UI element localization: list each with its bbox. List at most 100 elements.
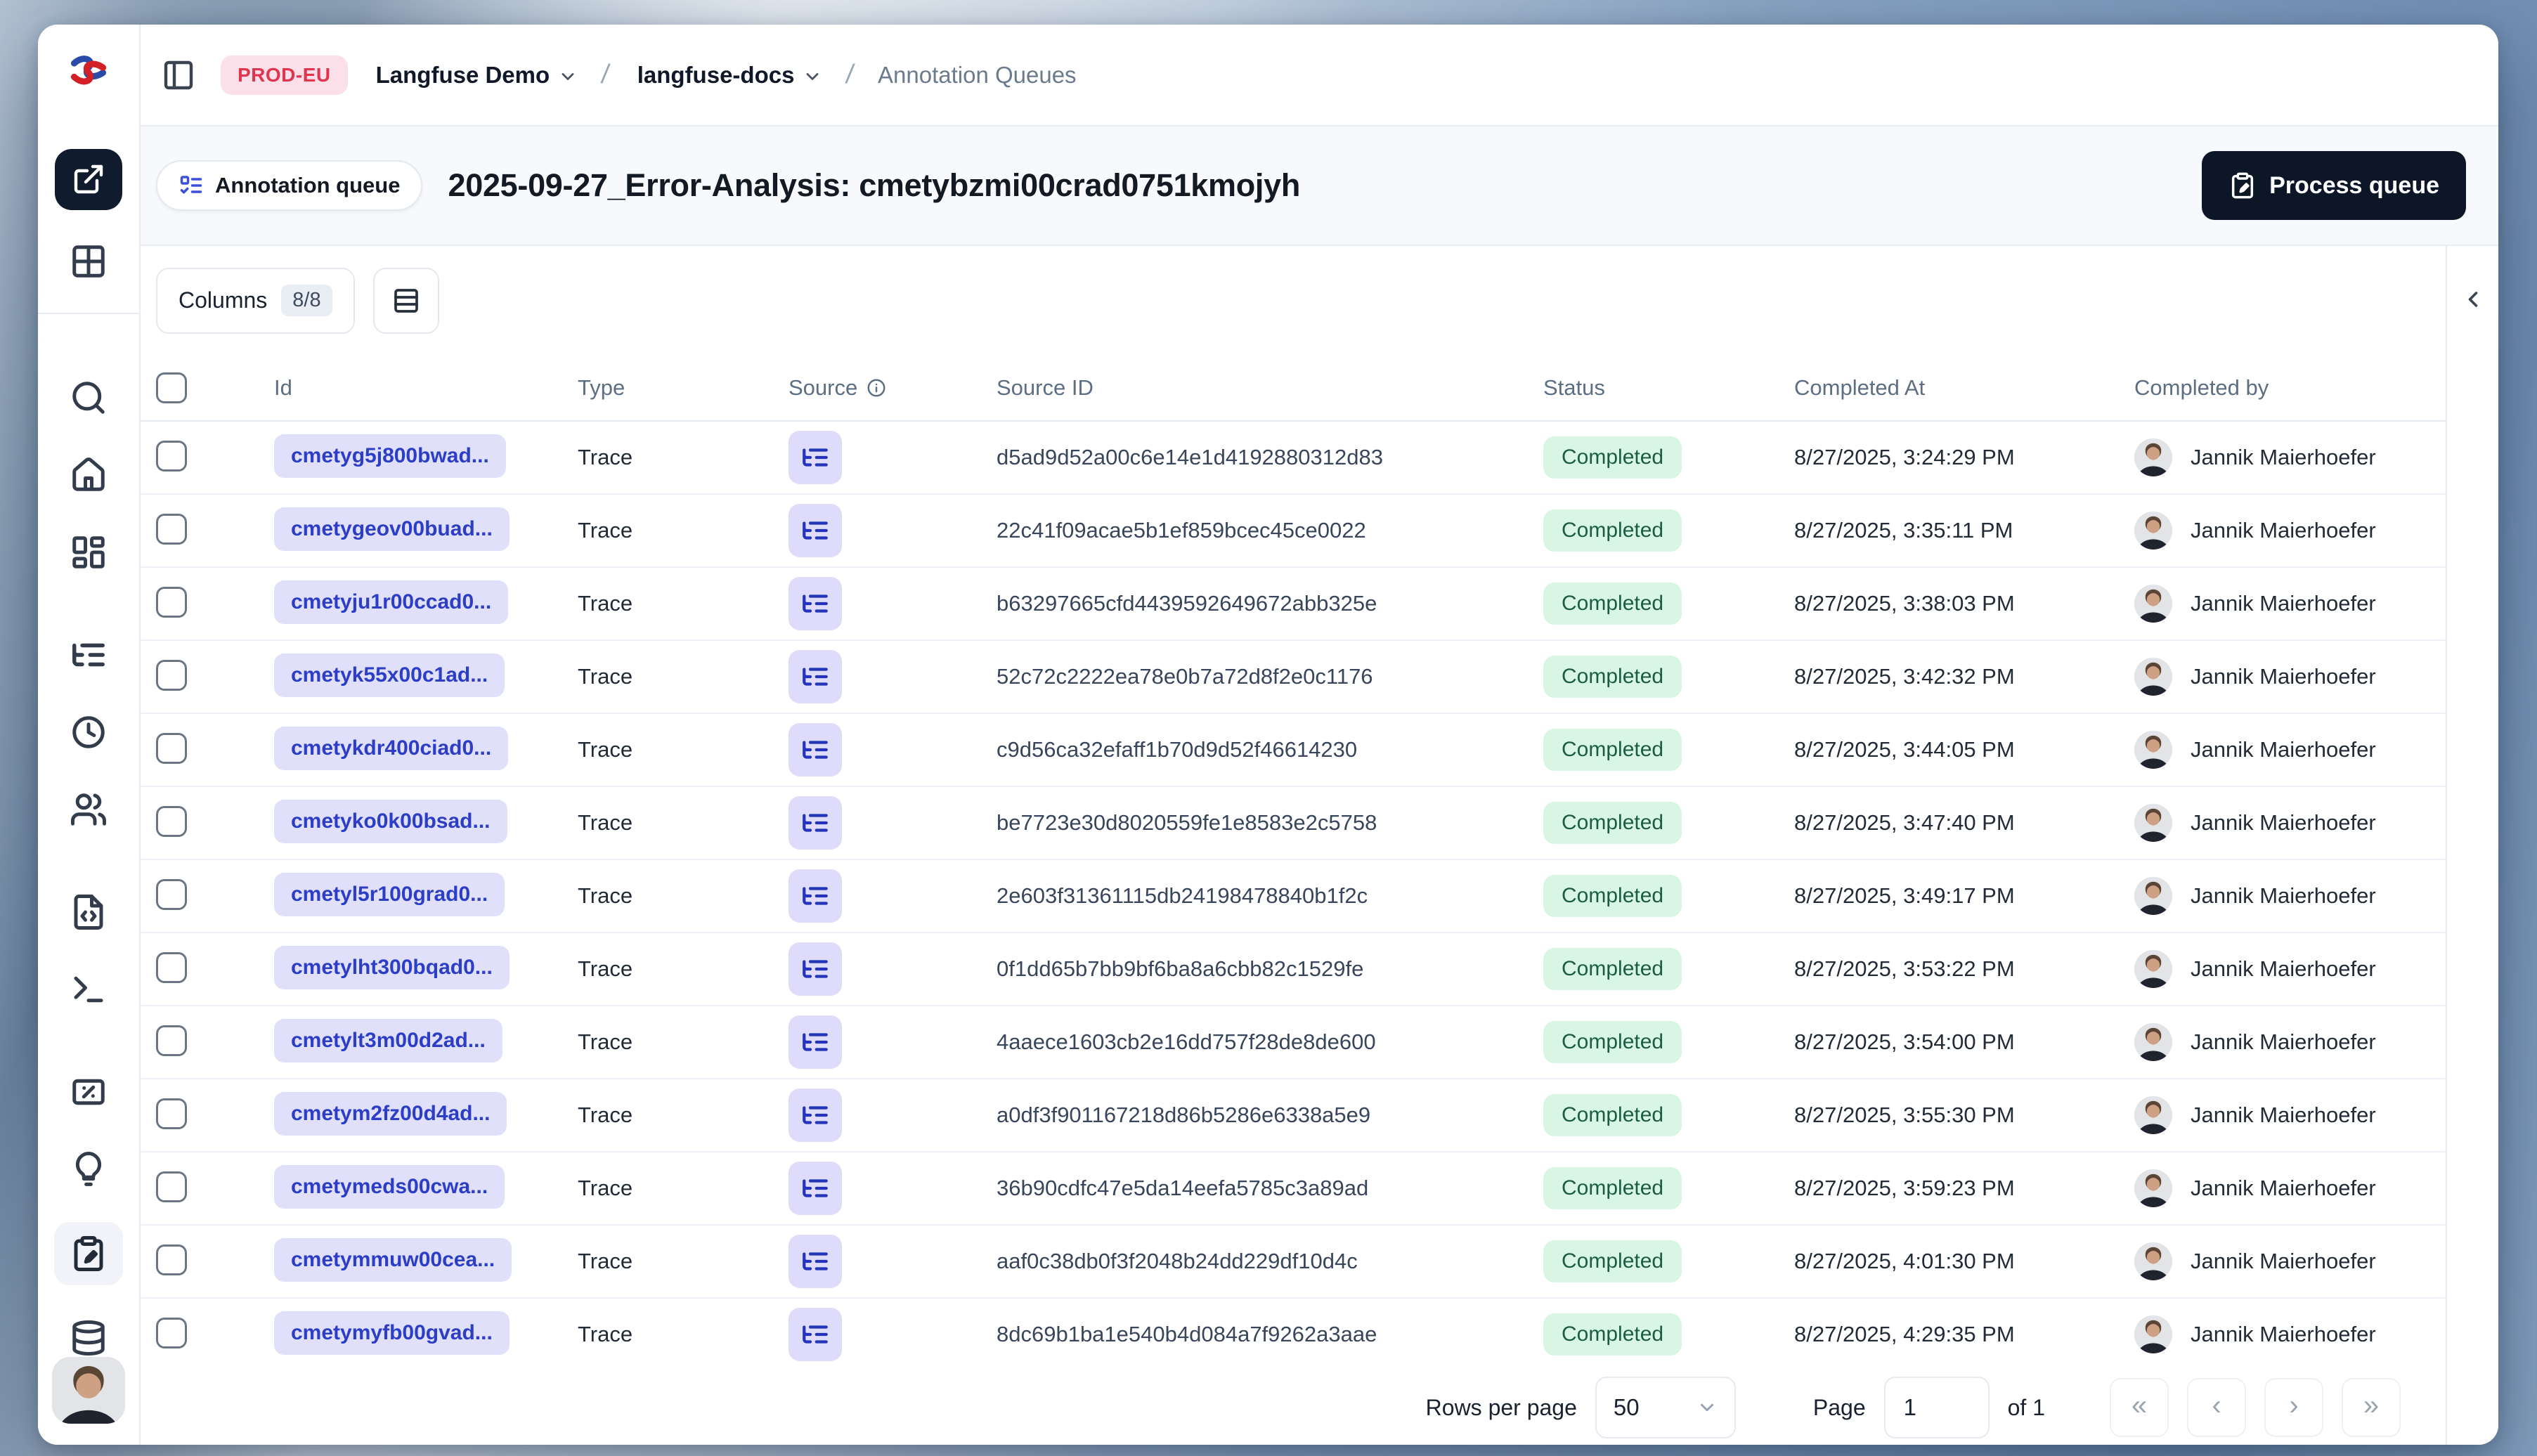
select-all-checkbox[interactable] [156, 372, 187, 403]
playground-terminal-icon[interactable] [70, 970, 108, 1008]
column-header-source-id[interactable]: Source ID [997, 375, 1543, 401]
lightbulb-icon[interactable] [70, 1150, 108, 1188]
source-trace-button[interactable] [789, 1162, 842, 1215]
row-id-badge[interactable]: cmetyg5j800bwad... [274, 434, 506, 478]
source-trace-button[interactable] [789, 723, 842, 776]
source-trace-button[interactable] [789, 1308, 842, 1361]
row-checkbox[interactable] [156, 1317, 187, 1348]
source-trace-button[interactable] [789, 650, 842, 703]
table-row[interactable]: cmetymmuw00cea... Trace aaf0c38db0f3f204… [141, 1226, 2446, 1299]
source-trace-button[interactable] [789, 796, 842, 850]
breadcrumb-section[interactable]: Annotation Queues [878, 62, 1077, 89]
table-row[interactable]: cmetyju1r00ccad0... Trace b63297665cfd44… [141, 568, 2446, 641]
table-row[interactable]: cmetykdr400ciad0... Trace c9d56ca32efaff… [141, 714, 2446, 787]
datasets-database-icon[interactable] [70, 1319, 108, 1357]
source-trace-button[interactable] [789, 942, 842, 996]
row-checkbox[interactable] [156, 732, 187, 764]
collapse-panel-chevron-left-icon[interactable] [2460, 287, 2486, 315]
row-checkbox[interactable] [156, 805, 187, 837]
row-id-badge[interactable]: cmetylht300bqad0... [274, 945, 510, 989]
list-tree-icon [800, 808, 830, 838]
rows-per-page-select[interactable]: 50 [1595, 1377, 1736, 1438]
last-page-button[interactable]: » [2342, 1378, 2401, 1437]
dashboard-icon[interactable] [70, 533, 108, 571]
user-avatar[interactable] [52, 1356, 125, 1424]
table-row[interactable]: cmetym2fz00d4ad... Trace a0df3f901167218… [141, 1079, 2446, 1152]
row-checkbox[interactable] [156, 1171, 187, 1202]
row-id-badge[interactable]: cmetykdr400ciad0... [274, 726, 509, 770]
row-height-button[interactable] [372, 267, 439, 334]
org-switcher[interactable]: Langfuse Demo [376, 62, 578, 89]
chevron-down-icon [1696, 1397, 1718, 1418]
sessions-clock-icon[interactable] [70, 713, 108, 751]
row-checkbox[interactable] [156, 951, 187, 983]
row-checkbox[interactable] [156, 586, 187, 618]
row-checkbox[interactable] [156, 440, 187, 472]
rows-icon [394, 288, 418, 313]
list-tree-icon [800, 1247, 830, 1276]
source-trace-button[interactable] [789, 1235, 842, 1288]
project-name: langfuse-docs [637, 61, 795, 88]
source-trace-button[interactable] [789, 577, 842, 630]
home-icon[interactable] [70, 456, 108, 494]
row-checkbox[interactable] [156, 1025, 187, 1056]
pagination-footer: Rows per page 50 Page of 1 « ‹ › » [141, 1370, 2446, 1445]
annotation-queues-nav-active[interactable] [54, 1222, 123, 1285]
process-queue-button[interactable]: Process queue [2202, 151, 2466, 220]
panel-left-toggle-icon[interactable] [162, 58, 195, 92]
column-header-id[interactable]: Id [274, 375, 578, 401]
row-id-badge[interactable]: cmetyl5r100grad0... [274, 872, 505, 916]
tracing-list-tree-icon[interactable] [70, 636, 108, 674]
row-id-badge[interactable]: cmetymyfb00gvad... [274, 1311, 510, 1355]
row-id-badge[interactable]: cmetyko0k00bsad... [274, 799, 507, 843]
row-checkbox[interactable] [156, 513, 187, 545]
columns-button[interactable]: Columns 8/8 [156, 267, 355, 334]
table-row[interactable]: cmetylt3m00d2ad... Trace 4aaece1603cb2e1… [141, 1006, 2446, 1079]
column-header-status[interactable]: Status [1543, 375, 1794, 401]
source-trace-button[interactable] [789, 1088, 842, 1142]
table-row[interactable]: cmetylht300bqad0... Trace 0f1dd65b7bb9bf… [141, 933, 2446, 1006]
page-number-input[interactable] [1883, 1377, 1990, 1438]
next-page-button[interactable]: › [2264, 1378, 2323, 1437]
column-header-completed-at[interactable]: Completed At [1794, 375, 2134, 401]
source-trace-button[interactable] [789, 504, 842, 557]
grid-view-icon[interactable] [70, 242, 108, 280]
source-trace-button[interactable] [789, 1015, 842, 1069]
row-id-badge[interactable]: cmetym2fz00d4ad... [274, 1091, 507, 1136]
row-checkbox[interactable] [156, 659, 187, 691]
status-badge: Completed [1543, 948, 1682, 990]
table-row[interactable]: cmetygeov00buad... Trace 22c41f09acae5b1… [141, 495, 2446, 568]
row-checkbox[interactable] [156, 878, 187, 910]
table-row[interactable]: cmetyg5j800bwad... Trace d5ad9d52a00c6e1… [141, 422, 2446, 495]
column-header-completed-by[interactable]: Completed by [2134, 375, 2446, 401]
project-switcher[interactable]: langfuse-docs [637, 62, 823, 89]
column-header-type[interactable]: Type [578, 375, 789, 401]
search-icon[interactable] [70, 379, 108, 417]
langfuse-logo-icon[interactable] [68, 51, 109, 91]
table-row[interactable]: cmetymyfb00gvad... Trace 8dc69b1ba1e540b… [141, 1299, 2446, 1372]
row-id-badge[interactable]: cmetymmuw00cea... [274, 1237, 512, 1282]
row-id-badge[interactable]: cmetylt3m00d2ad... [274, 1018, 502, 1062]
row-id-badge[interactable]: cmetyju1r00ccad0... [274, 580, 509, 624]
users-icon[interactable] [70, 791, 108, 828]
row-id-badge[interactable]: cmetygeov00buad... [274, 507, 510, 551]
source-trace-button[interactable] [789, 869, 842, 923]
previous-page-button[interactable]: ‹ [2187, 1378, 2246, 1437]
table-row[interactable]: cmetyk55x00c1ad... Trace 52c72c2222ea78e… [141, 641, 2446, 714]
column-header-source[interactable]: Source [789, 375, 997, 401]
row-id-badge[interactable]: cmetymeds00cwa... [274, 1164, 505, 1209]
row-checkbox[interactable] [156, 1098, 187, 1129]
evaluation-card-icon[interactable] [70, 1073, 108, 1111]
avatar [2134, 877, 2172, 915]
prompts-file-code-icon[interactable] [70, 893, 108, 931]
open-external-button[interactable] [55, 148, 122, 211]
row-checkbox[interactable] [156, 1244, 187, 1275]
row-completed-at: 8/27/2025, 3:44:05 PM [1794, 737, 2015, 762]
table-row[interactable]: cmetymeds00cwa... Trace 36b90cdfc47e5da1… [141, 1152, 2446, 1226]
first-page-button[interactable]: « [2110, 1378, 2169, 1437]
source-trace-button[interactable] [789, 431, 842, 484]
row-id-badge[interactable]: cmetyk55x00c1ad... [274, 653, 505, 697]
table-row[interactable]: cmetyko0k00bsad... Trace be7723e30d80205… [141, 787, 2446, 860]
rows-per-page-label: Rows per page [1425, 1394, 1577, 1420]
table-row[interactable]: cmetyl5r100grad0... Trace 2e603f31361115… [141, 860, 2446, 933]
